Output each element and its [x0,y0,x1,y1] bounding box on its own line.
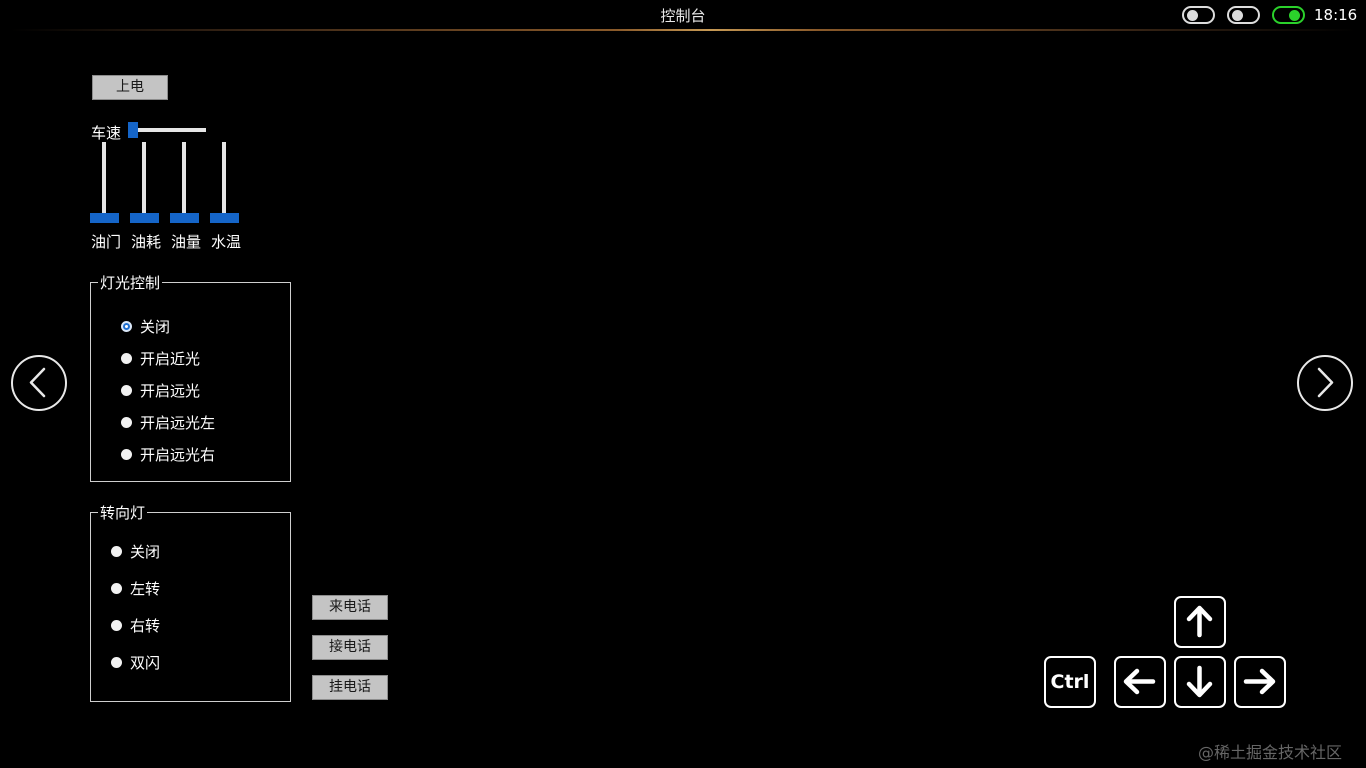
fuel-consumption-slider-track[interactable] [142,142,146,220]
light-radio-high-beam[interactable]: 开启远光 [121,380,200,401]
speed-slider-thumb[interactable] [128,122,138,138]
watermark: @稀土掘金技术社区 [1198,743,1343,762]
radio-icon [121,385,132,396]
toggle-knob [1289,10,1300,21]
radio-label: 开启远光 [140,382,201,400]
fuel-consumption-slider-thumb[interactable] [130,213,159,223]
radio-icon [121,353,132,364]
turn-radio-hazard[interactable]: 双闪 [111,652,160,673]
light-radio-high-beam-right[interactable]: 开启远光右 [121,444,215,465]
radio-icon [111,583,122,594]
water-temp-slider-track[interactable] [222,142,226,220]
radio-label: 右转 [130,617,161,635]
fuel-level-label: 油量 [171,233,202,251]
radio-icon [111,546,122,557]
answer-call-button[interactable]: 接电话 [312,635,388,660]
radio-label: 开启远光左 [140,414,216,432]
page-title: 控制台 [660,7,706,25]
previous-page-button[interactable] [11,355,67,411]
light-radio-low-beam[interactable]: 开启近光 [121,348,200,369]
light-radio-high-beam-left[interactable]: 开启远光左 [121,412,215,433]
turn-signal-title: 转向灯 [98,502,148,523]
incoming-call-button[interactable]: 来电话 [312,595,388,620]
turn-radio-left[interactable]: 左转 [111,578,160,599]
arrow-left-key[interactable] [1114,656,1166,708]
ctrl-key[interactable]: Ctrl [1044,656,1096,708]
throttle-slider-track[interactable] [102,142,106,220]
toggle-knob [1187,10,1198,21]
arrow-up-icon [1186,605,1213,638]
fuel-level-slider-track[interactable] [182,142,186,220]
radio-label: 开启近光 [140,350,201,368]
fuel-consumption-label: 油耗 [131,233,162,251]
toggle-switch-2[interactable] [1227,6,1260,24]
chevron-right-icon [1317,367,1334,398]
hangup-call-button[interactable]: 挂电话 [312,675,388,700]
light-control-title: 灯光控制 [98,272,163,293]
speed-slider-track[interactable] [132,128,206,132]
arrow-down-key[interactable] [1174,656,1226,708]
turn-radio-right[interactable]: 右转 [111,615,160,636]
radio-label: 开启远光右 [140,446,216,464]
arrow-right-key[interactable] [1234,656,1286,708]
chevron-left-icon [29,367,46,398]
header-divider [10,29,1356,31]
radio-label: 关闭 [130,543,161,561]
water-temp-slider-thumb[interactable] [210,213,239,223]
radio-selected-icon [121,321,132,332]
speed-label: 车速 [91,124,122,142]
toggle-switch-1[interactable] [1182,6,1215,24]
arrow-left-icon [1123,668,1156,695]
next-page-button[interactable] [1297,355,1353,411]
radio-icon [121,449,132,460]
throttle-slider-thumb[interactable] [90,213,119,223]
radio-icon [111,620,122,631]
power-on-button[interactable]: 上电 [92,75,168,100]
water-temp-label: 水温 [211,233,242,251]
radio-icon [111,657,122,668]
arrow-up-key[interactable] [1174,596,1226,648]
ctrl-key-label: Ctrl [1050,671,1090,693]
fuel-level-slider-thumb[interactable] [170,213,199,223]
throttle-label: 油门 [91,233,122,251]
toggle-knob [1232,10,1243,21]
radio-label: 双闪 [130,654,161,672]
turn-radio-off[interactable]: 关闭 [111,541,160,562]
radio-icon [121,417,132,428]
radio-label: 左转 [130,580,161,598]
arrow-right-icon [1243,668,1276,695]
arrow-down-icon [1186,665,1213,698]
toggle-switch-3[interactable] [1272,6,1305,24]
light-radio-off[interactable]: 关闭 [121,316,170,337]
radio-label: 关闭 [140,318,171,336]
clock: 18:16 [1314,6,1358,24]
